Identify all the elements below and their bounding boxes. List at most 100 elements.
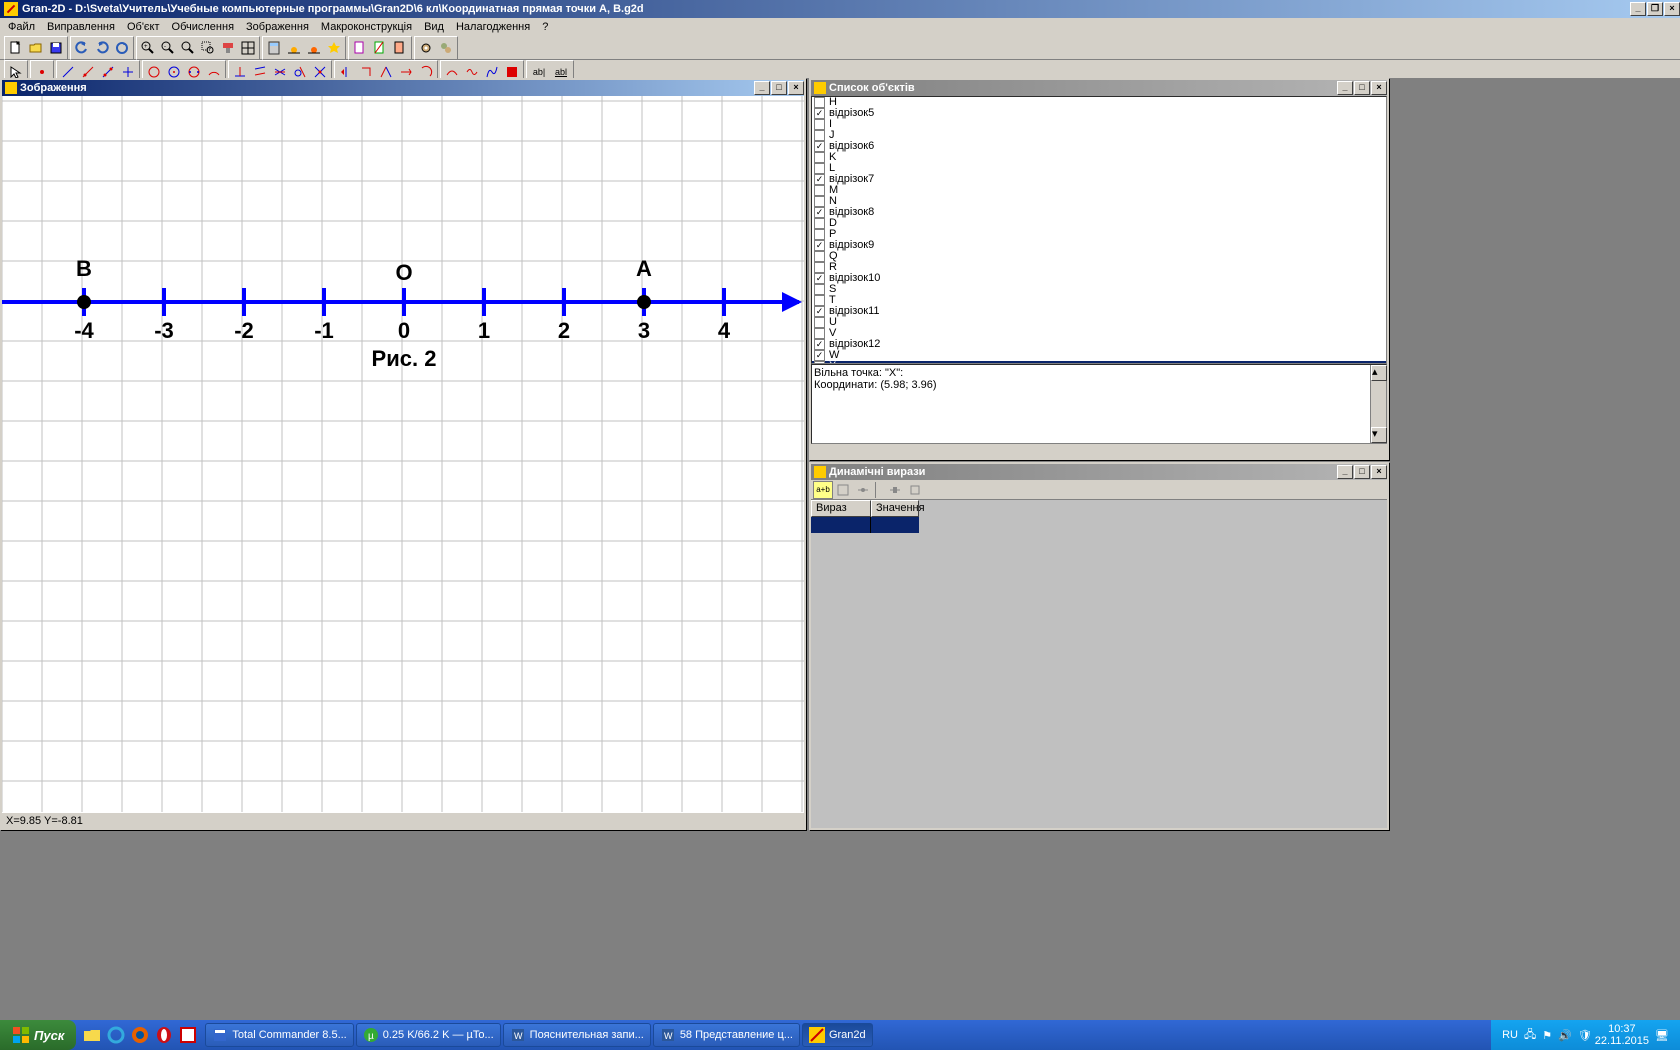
checkbox[interactable] (814, 119, 825, 130)
image-window-title[interactable]: Зображення _ □ × (2, 80, 804, 96)
taskbar-item[interactable]: Total Commander 8.5... (205, 1023, 353, 1047)
checkbox[interactable] (814, 328, 825, 339)
dyn-cell[interactable] (871, 517, 919, 533)
doc2-icon[interactable] (370, 38, 390, 58)
checkbox[interactable] (814, 284, 825, 295)
object-item[interactable]: ✓W (812, 350, 1386, 361)
object-item[interactable]: J (812, 130, 1386, 141)
checkbox[interactable] (814, 130, 825, 141)
checkbox[interactable] (814, 251, 825, 262)
checkbox[interactable]: ✓ (814, 273, 825, 284)
dyn-play-icon[interactable] (885, 481, 905, 499)
menu-Файл[interactable]: Файл (2, 19, 41, 35)
checkbox[interactable]: ✓ (814, 240, 825, 251)
zoom-in-icon[interactable]: + (138, 38, 158, 58)
star-icon[interactable] (324, 38, 344, 58)
menu-Макроконструкція[interactable]: Макроконструкція (315, 19, 418, 35)
object-item[interactable]: S (812, 284, 1386, 295)
object-item[interactable]: ✓відрізок12 (812, 339, 1386, 350)
calc-icon[interactable] (264, 38, 284, 58)
system-tray[interactable]: RU 🖧 ⚑ 🔊 🛡 10:37 22.11.2015 🖥 (1491, 1020, 1680, 1050)
menu-Вид[interactable]: Вид (418, 19, 450, 35)
zoom-out-icon[interactable]: - (158, 38, 178, 58)
object-item[interactable]: ✓відрізок10 (812, 273, 1386, 284)
checkbox[interactable]: ✓ (814, 306, 825, 317)
menu-Об'єкт[interactable]: Об'єкт (121, 19, 166, 35)
checkbox[interactable] (814, 295, 825, 306)
checkbox[interactable] (814, 152, 825, 163)
checkbox[interactable] (814, 97, 825, 108)
dyn-num-icon[interactable] (833, 481, 853, 499)
gear2-icon[interactable] (436, 38, 456, 58)
menu-Налагодження[interactable]: Налагодження (450, 19, 536, 35)
object-item[interactable]: ✓відрізок9 (812, 240, 1386, 251)
checkbox[interactable] (814, 262, 825, 273)
restore-button[interactable]: ❐ (1647, 2, 1663, 16)
object-item[interactable]: ✓відрізок6 (812, 141, 1386, 152)
ql-ie-icon[interactable] (106, 1025, 126, 1045)
taskbar-item[interactable]: WПояснительная запи... (503, 1023, 651, 1047)
img-min-button[interactable]: _ (754, 81, 770, 95)
checkbox[interactable]: ✓ (814, 350, 825, 361)
checkbox[interactable] (814, 229, 825, 240)
sunrise-icon[interactable] (284, 38, 304, 58)
zoom-fit-icon[interactable] (178, 38, 198, 58)
object-item[interactable]: P (812, 229, 1386, 240)
ql-opera-icon[interactable] (154, 1025, 174, 1045)
taskbar-item[interactable]: W58 Представление ц... (653, 1023, 800, 1047)
checkbox[interactable]: ✓ (814, 108, 825, 119)
obj-close-button[interactable]: × (1371, 81, 1387, 95)
dyn-window-title[interactable]: Динамічні вирази _ □ × (811, 464, 1387, 480)
refresh-icon[interactable] (112, 38, 132, 58)
doc3-icon[interactable] (390, 38, 410, 58)
menu-Зображення[interactable]: Зображення (240, 19, 315, 35)
checkbox[interactable]: ✓ (814, 339, 825, 350)
sunset-icon[interactable] (304, 38, 324, 58)
new-file-icon[interactable] (6, 38, 26, 58)
doc1-icon[interactable] (350, 38, 370, 58)
ql-explorer-icon[interactable] (82, 1025, 102, 1045)
object-item[interactable]: Q (812, 251, 1386, 262)
object-item[interactable]: H (812, 97, 1386, 108)
checkbox[interactable] (814, 196, 825, 207)
scroll-down-icon[interactable]: ▾ (1371, 427, 1387, 443)
save-file-icon[interactable] (46, 38, 66, 58)
grid-icon[interactable] (238, 38, 258, 58)
undo-icon[interactable] (72, 38, 92, 58)
tray-monitor-icon[interactable]: 🖥 (1655, 1029, 1669, 1042)
checkbox[interactable] (814, 185, 825, 196)
checkbox[interactable] (814, 218, 825, 229)
objects-window-title[interactable]: Список об'єктів _ □ × (811, 80, 1387, 96)
detail-scrollbar[interactable]: ▴ ▾ (1370, 365, 1386, 443)
object-item[interactable]: K (812, 152, 1386, 163)
zoom-region-icon[interactable] (198, 38, 218, 58)
checkbox[interactable]: ✓ (814, 141, 825, 152)
canvas-area[interactable]: -4-3-2-101234OBAРис. 2 (2, 96, 804, 812)
format-painter-icon[interactable] (218, 38, 238, 58)
object-item[interactable]: T (812, 295, 1386, 306)
checkbox[interactable]: ✓ (814, 207, 825, 218)
taskbar-item[interactable]: µ0.25 K/66.2 K — µTo... (356, 1023, 501, 1047)
object-item[interactable]: ✓відрізок7 (812, 174, 1386, 185)
dyn-cell[interactable] (811, 517, 871, 533)
tray-shield-icon[interactable]: 🛡 (1578, 1029, 1592, 1042)
object-item[interactable]: I (812, 119, 1386, 130)
img-close-button[interactable]: × (788, 81, 804, 95)
object-list[interactable]: H✓відрізок5IJ✓відрізок6KL✓відрізок7MN✓ві… (811, 96, 1387, 364)
object-item[interactable]: ✓відрізок5 (812, 108, 1386, 119)
obj-min-button[interactable]: _ (1337, 81, 1353, 95)
tray-flag-icon[interactable]: ⚑ (1542, 1029, 1552, 1042)
object-item[interactable]: N (812, 196, 1386, 207)
checkbox[interactable] (814, 163, 825, 174)
dyn-col-value[interactable]: Значення (871, 500, 919, 517)
ql-firefox-icon[interactable] (130, 1025, 150, 1045)
checkbox[interactable] (814, 317, 825, 328)
dyn-max-button[interactable]: □ (1354, 465, 1370, 479)
object-item[interactable]: ✓відрізок11 (812, 306, 1386, 317)
object-item[interactable]: D (812, 218, 1386, 229)
lang-indicator[interactable]: RU (1502, 1029, 1518, 1041)
checkbox[interactable]: ✓ (814, 174, 825, 185)
menu-Виправлення[interactable]: Виправлення (41, 19, 121, 35)
dyn-col-expr[interactable]: Вираз (811, 500, 871, 517)
tray-sound-icon[interactable]: 🔊 (1558, 1029, 1572, 1042)
